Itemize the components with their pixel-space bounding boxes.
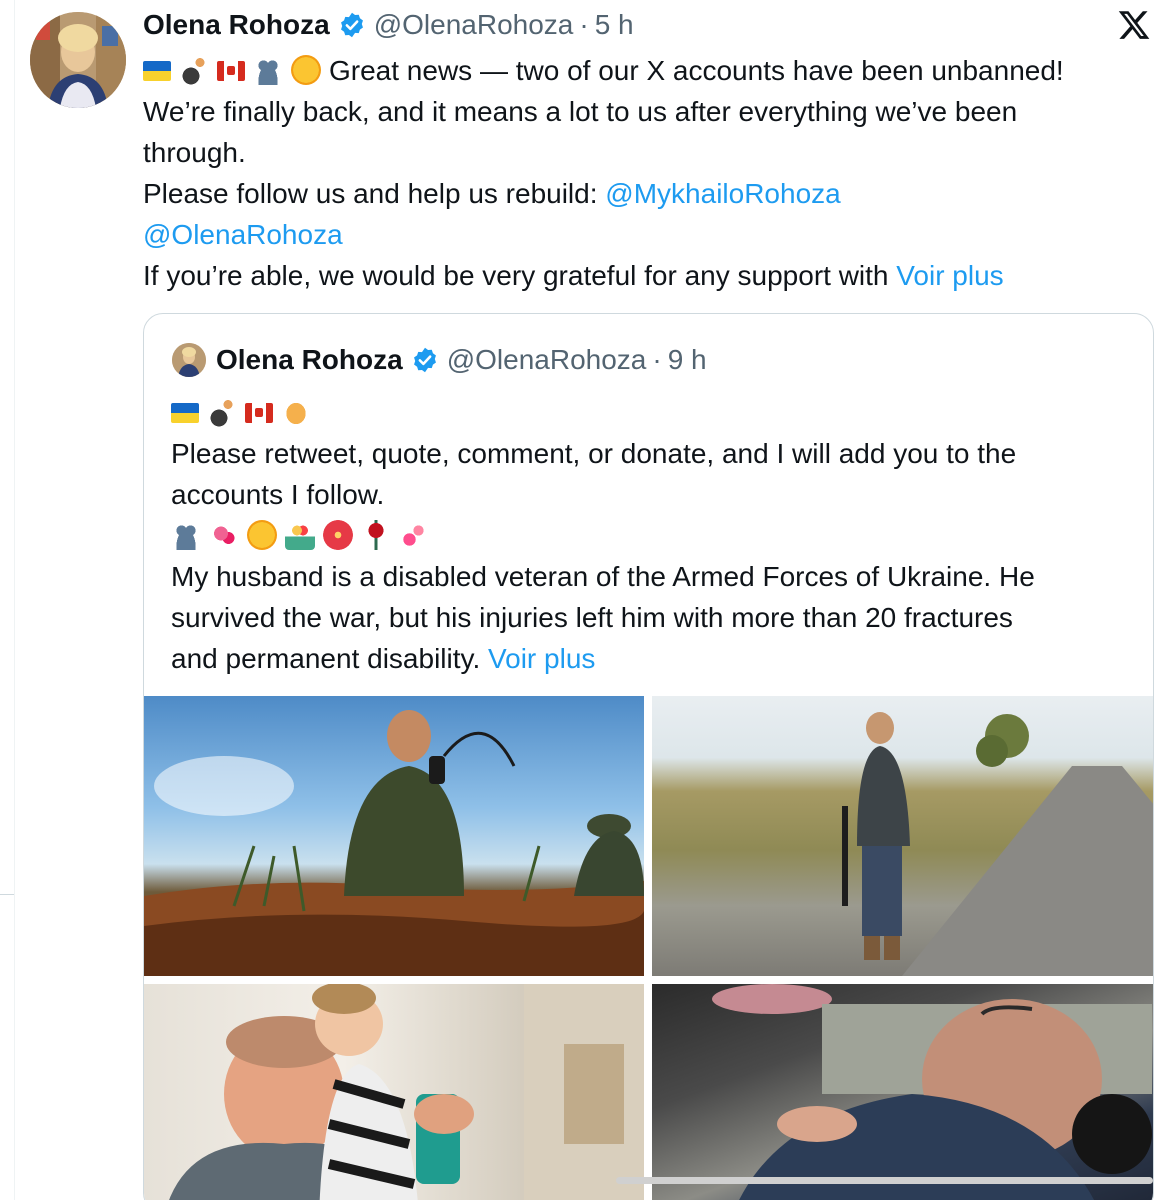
horizontal-scrollbar[interactable]	[616, 1177, 1153, 1184]
show-more-link[interactable]: Voir plus	[488, 643, 595, 674]
person-in-wheelchair-icon	[179, 55, 209, 85]
tweet-text-line: We’re finally back, and it means a lot t…	[143, 96, 1018, 127]
two-hearts-icon	[399, 520, 429, 550]
hibiscus-icon	[323, 520, 353, 550]
show-more-link[interactable]: Voir plus	[896, 260, 1003, 291]
tweet-header: Olena Rohoza @OlenaRohoza · 5 h	[143, 6, 634, 44]
smiling-face-with-hearts-icon	[291, 55, 321, 85]
tweet-timestamp[interactable]: 5 h	[595, 9, 634, 41]
quoted-tweet-body: Please retweet, quote, comment, or donat…	[171, 392, 1131, 679]
quoted-tweet-timestamp: 9 h	[667, 344, 707, 375]
media-grid	[144, 696, 1153, 1200]
quoted-author-avatar	[172, 343, 206, 377]
thread-connector	[0, 894, 14, 895]
verified-badge-icon	[340, 12, 363, 38]
quoted-author-handle: @OlenaRohoza	[446, 344, 647, 375]
tweet-text-line: through.	[143, 137, 246, 168]
flag-ukraine-icon	[143, 61, 171, 81]
bouquet-icon	[285, 520, 315, 550]
tweet-text-line: Please follow us and help us rebuild:	[143, 178, 606, 209]
author-avatar[interactable]	[30, 12, 126, 108]
verified-badge-icon	[413, 347, 436, 373]
author-name[interactable]: Olena Rohoza	[143, 9, 330, 41]
flag-canada-icon	[245, 403, 273, 423]
quoted-text-line: accounts I follow.	[171, 479, 385, 510]
people-silhouettes-icon	[253, 55, 283, 85]
media-photo[interactable]	[652, 696, 1153, 976]
x-logo-icon[interactable]	[1116, 8, 1152, 42]
timeline-divider	[14, 0, 15, 1200]
tweet-text-line: Great news — two of our X accounts have …	[329, 55, 1064, 86]
flag-ukraine-icon	[171, 403, 199, 423]
mention-link[interactable]: @MykhailoRohoza	[605, 178, 840, 209]
media-photo[interactable]	[144, 696, 644, 976]
quoted-tweet-card[interactable]: Olena Rohoza @OlenaRohoza · 9 h Please r…	[143, 313, 1154, 1200]
smiling-face-with-hearts-icon	[247, 520, 277, 550]
person-in-wheelchair-icon	[207, 397, 237, 427]
folded-hands-icon	[281, 397, 311, 427]
separator-dot: ·	[652, 344, 662, 375]
tweet-text-line: If you’re able, we would be very gratefu…	[143, 260, 897, 291]
separator-dot: ·	[579, 9, 589, 40]
flag-canada-icon	[217, 61, 245, 81]
quoted-text-line: survived the war, but his injuries left …	[171, 602, 1013, 633]
quoted-author-name: Olena Rohoza	[216, 344, 403, 375]
tweet-body: Great news — two of our X accounts have …	[143, 50, 1153, 296]
quoted-tweet-header: Olena Rohoza @OlenaRohoza · 9 h	[172, 342, 707, 378]
author-handle[interactable]: @OlenaRohoza	[374, 9, 574, 41]
quoted-text-line: My husband is a disabled veteran of the …	[171, 561, 1035, 592]
media-photo[interactable]	[652, 984, 1153, 1200]
rose-icon	[361, 520, 391, 550]
quoted-text-line: Please retweet, quote, comment, or donat…	[171, 438, 1017, 469]
heart-with-ribbon-icon	[209, 520, 239, 550]
media-photo[interactable]	[144, 984, 644, 1200]
mention-link[interactable]: @OlenaRohoza	[143, 219, 343, 250]
people-silhouettes-icon	[171, 520, 201, 550]
quoted-text-line: and permanent disability.	[171, 643, 488, 674]
